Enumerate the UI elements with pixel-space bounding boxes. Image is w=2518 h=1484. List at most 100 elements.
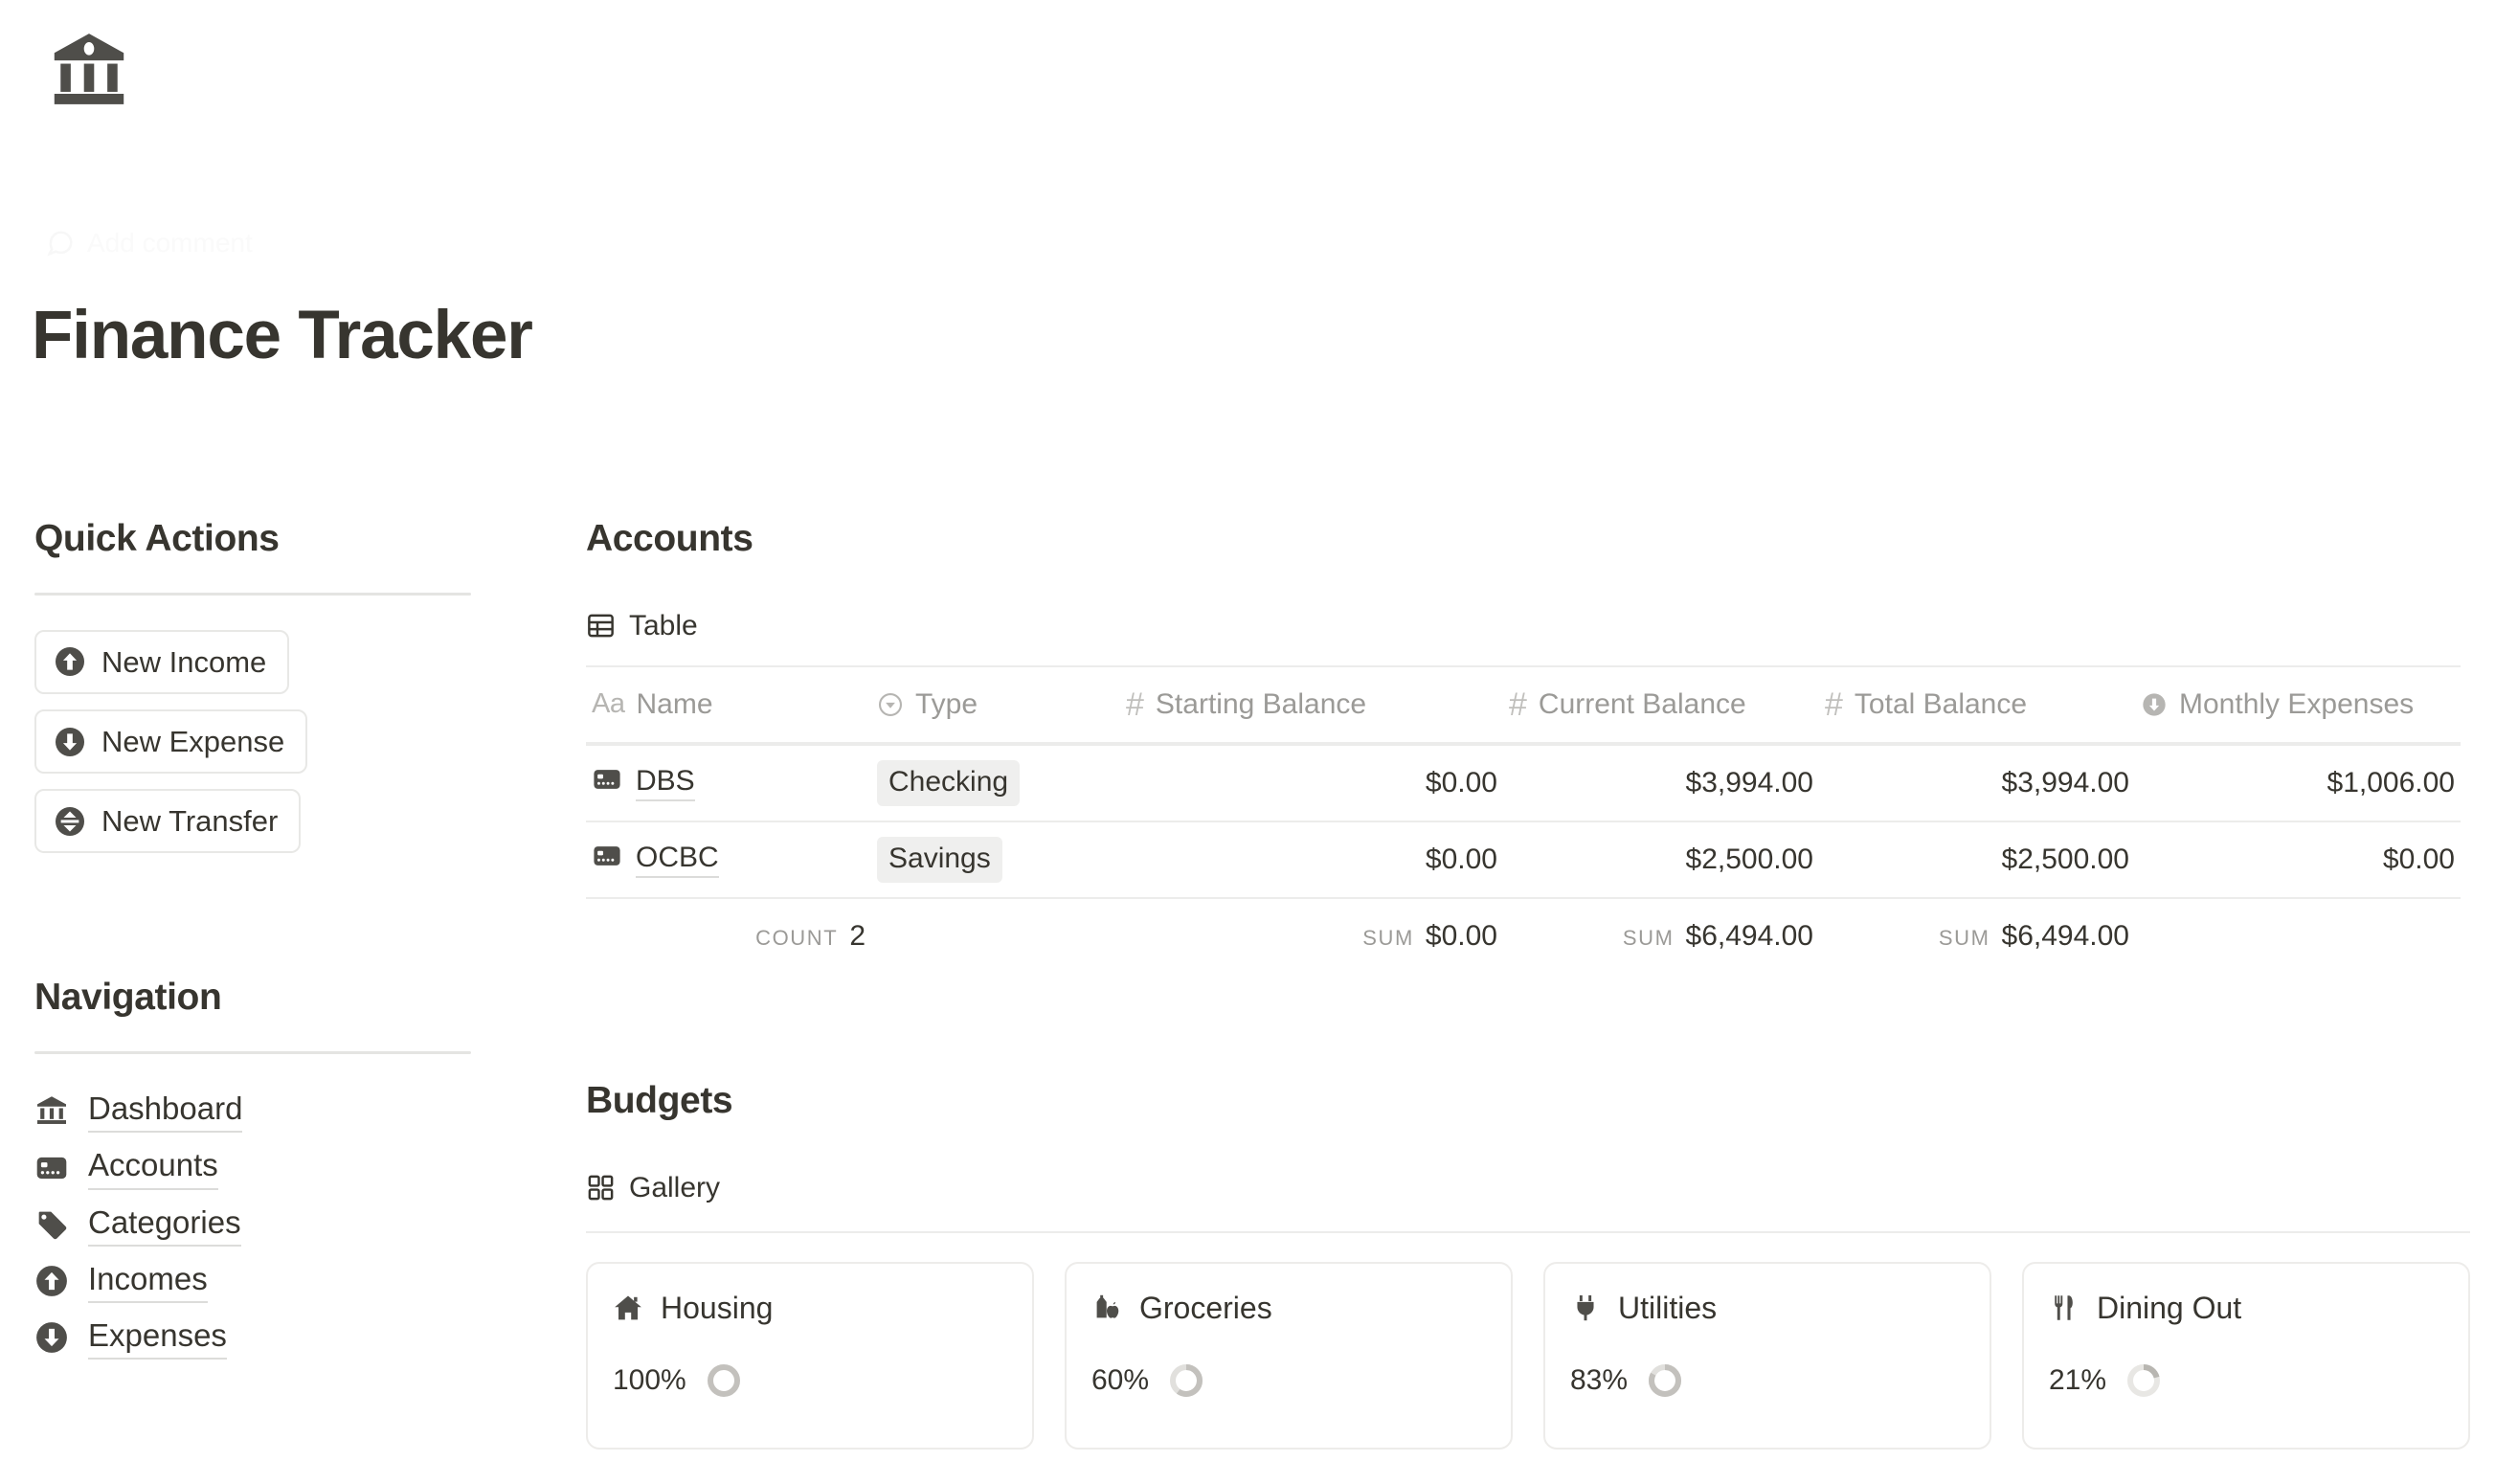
- gallery-grid-icon: [586, 1173, 616, 1203]
- budget-card[interactable]: Groceries 60%: [1065, 1261, 1513, 1450]
- cell-type[interactable]: Checking: [871, 746, 1120, 821]
- budget-card-title: Housing: [661, 1290, 774, 1325]
- sidebar-item-label: Accounts: [88, 1145, 218, 1190]
- column-header-monthly-expenses[interactable]: Monthly Expenses: [2135, 667, 2461, 742]
- sidebar-item-label: Dashboard: [88, 1089, 243, 1134]
- summary-current-balance[interactable]: Sum $6,494.00: [1503, 899, 1819, 974]
- quick-actions-heading: Quick Actions: [34, 518, 280, 559]
- budgets-heading: Budgets: [586, 1079, 733, 1121]
- budget-card[interactable]: Utilities 83%: [1543, 1261, 1991, 1450]
- column-header-type[interactable]: Type: [871, 667, 1120, 742]
- column-header-label: Total Balance: [1854, 687, 2028, 720]
- cell-name[interactable]: OCBC: [586, 822, 871, 897]
- cell-total-balance[interactable]: $2,500.00: [1819, 822, 2135, 897]
- column-header-label: Current Balance: [1538, 687, 1746, 720]
- cell-starting-balance[interactable]: $0.00: [1120, 746, 1503, 821]
- sidebar-item-incomes[interactable]: Incomes: [34, 1259, 484, 1304]
- table-header-row: Aa Name Type # Starting Balance # Curren…: [586, 664, 2461, 744]
- row-name-label[interactable]: OCBC: [636, 842, 719, 878]
- cell-starting-balance[interactable]: $0.00: [1120, 822, 1503, 897]
- bank-icon: [34, 1093, 69, 1128]
- cell-name[interactable]: DBS: [586, 746, 871, 821]
- sidebar-item-label: Expenses: [88, 1315, 227, 1360]
- budget-percent-label: 60%: [1091, 1363, 1150, 1396]
- progress-ring: [1166, 1360, 1206, 1401]
- cell-monthly-expenses[interactable]: $0.00: [2135, 822, 2461, 897]
- page-bank-icon[interactable]: [50, 27, 128, 111]
- budget-percent-label: 21%: [2049, 1363, 2107, 1396]
- summary-starting-balance[interactable]: Sum $0.00: [1120, 899, 1503, 974]
- quick-actions-list: New Income New Expense New Transfer: [34, 629, 484, 854]
- budget-card[interactable]: Dining Out 21%: [2022, 1261, 2470, 1450]
- select-chevron-icon: [877, 691, 904, 718]
- title-text-icon: Aa: [592, 688, 625, 720]
- sidebar-item-categories[interactable]: Categories: [34, 1203, 484, 1247]
- sidebar-item-label: Categories: [88, 1203, 241, 1247]
- column-header-current-balance[interactable]: # Current Balance: [1503, 667, 1819, 742]
- arrow-down-circle-icon: [54, 726, 86, 758]
- summary-total-balance[interactable]: Sum $6,494.00: [1819, 899, 2135, 974]
- accounts-view-tab-table[interactable]: Table: [586, 610, 2470, 642]
- left-column: Quick Actions New Income New Expense New…: [34, 517, 484, 1360]
- sidebar-item-label: Incomes: [88, 1259, 208, 1304]
- cell-type[interactable]: Savings: [871, 822, 1120, 897]
- column-header-starting-balance[interactable]: # Starting Balance: [1120, 667, 1503, 742]
- summary-sum-label: Sum: [1362, 925, 1414, 950]
- cell-total-balance[interactable]: $3,994.00: [1819, 746, 2135, 821]
- table-row[interactable]: OCBC Savings $0.00 $2,500.00 $2,500.00 $…: [586, 820, 2461, 897]
- new-transfer-label: New Transfer: [101, 804, 279, 839]
- sidebar-item-expenses[interactable]: Expenses: [34, 1315, 484, 1360]
- budget-card[interactable]: Housing 100%: [586, 1261, 1034, 1450]
- new-income-label: New Income: [101, 644, 267, 679]
- cell-current-balance[interactable]: $2,500.00: [1503, 822, 1819, 897]
- budgets-gallery: Housing 100% Groceries 60% Utilities 83%…: [586, 1230, 2470, 1450]
- tag-icon: [34, 1207, 69, 1242]
- house-icon: [613, 1293, 643, 1323]
- row-name-label[interactable]: DBS: [636, 765, 695, 801]
- accounts-heading: Accounts: [586, 518, 753, 559]
- arrow-up-circle-icon: [34, 1264, 69, 1298]
- budgets-view-label: Gallery: [629, 1171, 721, 1203]
- accounts-view-label: Table: [629, 609, 698, 641]
- summary-type-empty[interactable]: [871, 899, 1120, 974]
- new-expense-button[interactable]: New Expense: [34, 708, 308, 775]
- transfer-arrows-circle-icon: [54, 805, 86, 838]
- number-hash-icon: #: [1126, 686, 1144, 723]
- progress-ring: [1645, 1360, 1685, 1401]
- summary-sum-label: Sum: [1938, 925, 1990, 950]
- right-column: Accounts Table Aa Name Type # Starting B…: [586, 517, 2470, 1450]
- column-header-label: Name: [636, 687, 713, 720]
- table-row[interactable]: DBS Checking $0.00 $3,994.00 $3,994.00 $…: [586, 743, 2461, 821]
- budgets-view-tab-gallery[interactable]: Gallery: [586, 1172, 2470, 1204]
- arrow-up-circle-icon: [54, 645, 86, 678]
- comment-bubble-icon: [46, 229, 75, 258]
- fork-knife-icon: [2049, 1293, 2080, 1323]
- summary-count[interactable]: Count 2: [586, 899, 871, 974]
- progress-ring: [2124, 1360, 2164, 1401]
- quick-actions-divider: [34, 592, 471, 596]
- navigation-heading: Navigation: [34, 977, 222, 1019]
- notion-page: Add comment Finance Tracker Quick Action…: [0, 0, 2518, 1484]
- sidebar-item-accounts[interactable]: Accounts: [34, 1145, 484, 1190]
- type-tag: Checking: [877, 759, 1021, 806]
- add-comment-button[interactable]: Add comment: [46, 228, 253, 259]
- cell-monthly-expenses[interactable]: $1,006.00: [2135, 746, 2461, 821]
- milk-apple-icon: [1091, 1293, 1122, 1323]
- column-header-label: Monthly Expenses: [2179, 687, 2415, 720]
- budget-percent-label: 83%: [1570, 1363, 1629, 1396]
- number-hash-icon: #: [1825, 686, 1843, 723]
- column-header-label: Starting Balance: [1155, 687, 1367, 720]
- column-header-name[interactable]: Aa Name: [586, 667, 871, 742]
- navigation-list: Dashboard Accounts Categories Incomes Ex…: [34, 1089, 484, 1360]
- table-icon: [586, 611, 616, 641]
- new-transfer-button[interactable]: New Transfer: [34, 789, 302, 854]
- summary-count-label: Count: [755, 925, 839, 950]
- column-header-total-balance[interactable]: # Total Balance: [1819, 667, 2135, 742]
- type-tag: Savings: [877, 836, 1002, 883]
- budget-percent-label: 100%: [613, 1363, 686, 1396]
- summary-monthly-expenses-empty[interactable]: [2135, 899, 2461, 974]
- new-income-button[interactable]: New Income: [34, 629, 290, 694]
- cell-current-balance[interactable]: $3,994.00: [1503, 746, 1819, 821]
- sidebar-item-dashboard[interactable]: Dashboard: [34, 1089, 484, 1134]
- credit-card-icon: [592, 841, 622, 879]
